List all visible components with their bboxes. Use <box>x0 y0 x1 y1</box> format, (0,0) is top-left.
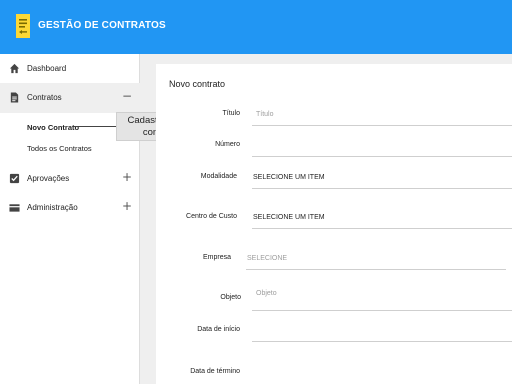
expand-icon[interactable]: + <box>122 170 132 184</box>
sidebar-item-dashboard[interactable]: Dashboard <box>0 54 140 84</box>
sidebar-subitem-novo-contrato[interactable]: Novo Contrato <box>27 123 79 132</box>
card-icon <box>9 204 20 212</box>
field-label-centro-de-custo: Centro de Custo <box>186 213 237 220</box>
sidebar-item-administracao[interactable]: Administração + <box>0 193 140 223</box>
data-inicio-input[interactable] <box>256 327 506 337</box>
tooltip-pointer <box>74 126 116 127</box>
field-label-data-termino: Data de término <box>190 368 240 375</box>
expand-icon[interactable]: + <box>122 199 132 213</box>
sidebar-item-label: Aprovações <box>27 174 70 183</box>
titulo-underline <box>252 125 512 126</box>
app-header: GESTÃO DE CONTRATOS <box>0 0 512 54</box>
document-icon <box>16 14 30 38</box>
data-termino-input[interactable] <box>256 369 506 379</box>
numero-underline <box>252 156 512 157</box>
sidebar: Dashboard Contratos − Novo Contrato Todo… <box>0 54 140 384</box>
field-label-objeto: Objeto <box>220 294 241 301</box>
field-label-empresa: Empresa <box>202 254 231 261</box>
modalidade-select[interactable]: SELECIONE UM ITEM <box>253 174 325 181</box>
modalidade-underline <box>252 188 512 189</box>
form-card: Novo contrato Título Título Número Modal… <box>156 64 512 384</box>
centro-de-custo-select[interactable]: SELECIONE UM ITEM <box>253 214 325 221</box>
sidebar-item-contratos[interactable]: Contratos − <box>0 83 140 113</box>
home-icon <box>9 63 20 74</box>
field-label-titulo: Título <box>222 110 240 117</box>
sidebar-item-aprovacoes[interactable]: Aprovações + <box>0 164 140 194</box>
data-inicio-underline <box>252 341 512 342</box>
document-icon <box>10 92 19 103</box>
objeto-underline <box>252 310 512 311</box>
centro-de-custo-underline <box>252 228 512 229</box>
sidebar-item-label: Contratos <box>27 93 62 102</box>
empresa-select[interactable]: SELECIONE <box>247 255 287 262</box>
sidebar-subitem-todos-contratos[interactable]: Todos os Contratos <box>27 144 92 153</box>
titulo-input[interactable]: Título <box>256 111 274 118</box>
field-label-numero: Número <box>215 141 240 148</box>
page-title: Novo contrato <box>169 79 226 89</box>
sidebar-item-label: Dashboard <box>27 64 67 73</box>
checklist-icon <box>9 173 20 184</box>
numero-input[interactable] <box>256 142 506 152</box>
sidebar-item-label: Administração <box>27 203 78 212</box>
objeto-textarea[interactable]: Objeto <box>256 290 277 297</box>
collapse-icon[interactable]: − <box>122 89 132 103</box>
field-label-modalidade: Modalidade <box>200 173 237 180</box>
field-label-data-inicio: Data de início <box>197 326 240 333</box>
app-title: GESTÃO DE CONTRATOS <box>38 20 166 31</box>
empresa-underline <box>246 269 506 270</box>
